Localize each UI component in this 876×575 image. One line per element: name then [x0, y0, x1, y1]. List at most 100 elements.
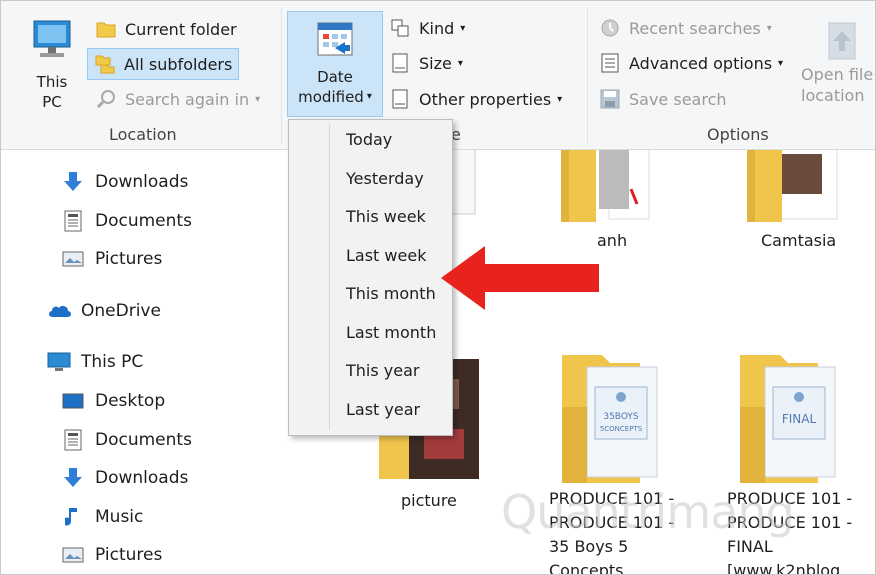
download-arrow-icon	[61, 467, 85, 489]
folder-camtasia[interactable]: Camtasia	[747, 148, 867, 259]
advanced-options-button[interactable]: Advanced options ▾	[599, 49, 783, 77]
document-icon	[389, 52, 411, 74]
date-modified-dropdown: Today Yesterday This week Last week This…	[288, 119, 453, 436]
subfolders-icon	[94, 53, 116, 75]
pictures-icon	[61, 544, 85, 566]
computer-icon	[33, 20, 71, 57]
open-location-icon	[828, 22, 856, 60]
menu-item-this-month[interactable]: This month	[346, 284, 436, 303]
folder-produce-101-35-boys[interactable]: 35BOYS 5CONCEPTS PRODUCE 101 - PRODUCE 1…	[547, 347, 687, 574]
save-search-button[interactable]: Save search	[599, 85, 727, 113]
album-folder-icon: FINAL	[740, 355, 836, 483]
nav-item-pictures[interactable]: Pictures	[61, 244, 162, 274]
this-pc-button[interactable]: This PC	[23, 15, 81, 112]
menu-item-last-year[interactable]: Last year	[346, 400, 420, 419]
music-note-icon	[61, 506, 85, 528]
document-icon	[599, 52, 621, 74]
nav-item-label: Pictures	[95, 545, 163, 565]
desktop-icon	[61, 390, 85, 412]
search-again-in-label: Search again in	[125, 89, 250, 109]
menu-item-last-week[interactable]: Last week	[346, 246, 426, 265]
folder-icon	[747, 148, 838, 222]
document-icon	[389, 88, 411, 110]
kind-label: Kind	[419, 18, 455, 38]
document-icon	[61, 429, 85, 451]
folder-produce-101-final[interactable]: FINAL PRODUCE 101 - PRODUCE 101 - FINAL …	[725, 347, 873, 574]
menu-item-today[interactable]: Today	[346, 130, 392, 149]
all-subfolders-label: All subfolders	[124, 54, 233, 74]
nav-item-label: Pictures	[95, 249, 163, 269]
chevron-down-icon: ▾	[366, 91, 372, 102]
file-name-line: FINAL	[727, 537, 773, 556]
group-divider	[281, 7, 282, 143]
nav-item-label: Documents	[95, 211, 192, 231]
cloud-icon	[47, 300, 71, 322]
save-icon	[599, 88, 621, 110]
chevron-down-icon: ▾	[457, 57, 463, 69]
nav-item-label: Music	[95, 507, 144, 527]
location-group-label: Location	[109, 125, 177, 144]
recent-searches-button[interactable]: Recent searches ▾	[599, 14, 772, 42]
nav-item-this-pc[interactable]: This PC	[47, 347, 143, 377]
all-subfolders-button[interactable]: All subfolders	[87, 48, 240, 80]
other-properties-button[interactable]: Other properties ▾	[389, 85, 562, 113]
album-folder-icon: 35BOYS 5CONCEPTS	[562, 355, 658, 483]
svg-text:5CONCEPTS: 5CONCEPTS	[600, 425, 643, 433]
nav-item-onedrive[interactable]: OneDrive	[47, 296, 161, 326]
navigation-pane: Downloads Documents Pictures OneDrive Th…	[1, 149, 289, 574]
group-divider	[587, 7, 588, 143]
chevron-down-icon: ▾	[255, 93, 261, 105]
watermark-logo: Quantrimang	[501, 485, 795, 539]
recent-searches-label: Recent searches	[629, 18, 761, 38]
nav-item-downloads[interactable]: Downloads	[61, 167, 188, 197]
chevron-down-icon: ▾	[557, 93, 563, 105]
search-icon	[95, 88, 117, 110]
chevron-down-icon: ▾	[460, 22, 466, 34]
folder-anh[interactable]: anh	[561, 148, 671, 259]
nav-item-documents[interactable]: Documents	[61, 425, 192, 455]
open-file-location-button[interactable]: Open file location	[801, 15, 875, 106]
document-icon	[61, 210, 85, 232]
history-icon	[599, 17, 621, 39]
download-arrow-icon	[61, 171, 85, 193]
calendar-icon	[317, 22, 353, 56]
file-name-line: Concepts	[549, 561, 624, 575]
nav-item-music[interactable]: Music	[61, 502, 143, 532]
chevron-down-icon: ▾	[778, 57, 784, 69]
date-modified-button[interactable]: Date modified ▾	[287, 11, 383, 117]
explorer-window: This PC Current folder All subfolders Se…	[0, 0, 876, 575]
search-again-in-button[interactable]: Search again in ▾	[95, 85, 260, 113]
options-group-label: Options	[707, 125, 769, 144]
this-pc-label: This PC	[36, 73, 68, 111]
size-label: Size	[419, 53, 452, 73]
size-button[interactable]: Size ▾	[389, 49, 463, 77]
nav-item-label: Documents	[95, 430, 192, 450]
folder-name: anh	[597, 231, 628, 250]
nav-item-desktop[interactable]: Desktop	[61, 386, 165, 416]
menu-item-yesterday[interactable]: Yesterday	[346, 169, 424, 188]
pictures-icon	[61, 248, 85, 270]
svg-text:FINAL: FINAL	[782, 412, 817, 426]
open-file-location-line1: Open file	[801, 65, 874, 84]
nav-item-label: Downloads	[95, 468, 189, 488]
advanced-options-label: Advanced options	[629, 53, 773, 73]
annotation-arrow-icon	[441, 246, 599, 310]
kind-button[interactable]: Kind ▾	[389, 14, 465, 42]
nav-item-label: Downloads	[95, 172, 189, 192]
current-folder-button[interactable]: Current folder	[95, 15, 237, 43]
nav-item-documents[interactable]: Documents	[61, 206, 192, 236]
nav-item-pictures[interactable]: Pictures	[61, 540, 162, 570]
nav-item-label: Desktop	[95, 391, 166, 411]
menu-item-this-week[interactable]: This week	[346, 207, 426, 226]
other-properties-label: Other properties	[419, 89, 552, 109]
nav-item-downloads[interactable]: Downloads	[61, 463, 188, 493]
folder-name: Camtasia	[761, 231, 837, 250]
kind-icon	[389, 17, 411, 39]
menu-item-this-year[interactable]: This year	[346, 361, 419, 380]
folder-name: picture	[401, 491, 457, 510]
folder-icon	[561, 148, 650, 222]
date-modified-label-line2: modified	[298, 88, 364, 106]
svg-text:35BOYS: 35BOYS	[603, 412, 639, 422]
menu-item-last-month[interactable]: Last month	[346, 323, 436, 342]
open-file-location-line2: location	[801, 86, 865, 105]
